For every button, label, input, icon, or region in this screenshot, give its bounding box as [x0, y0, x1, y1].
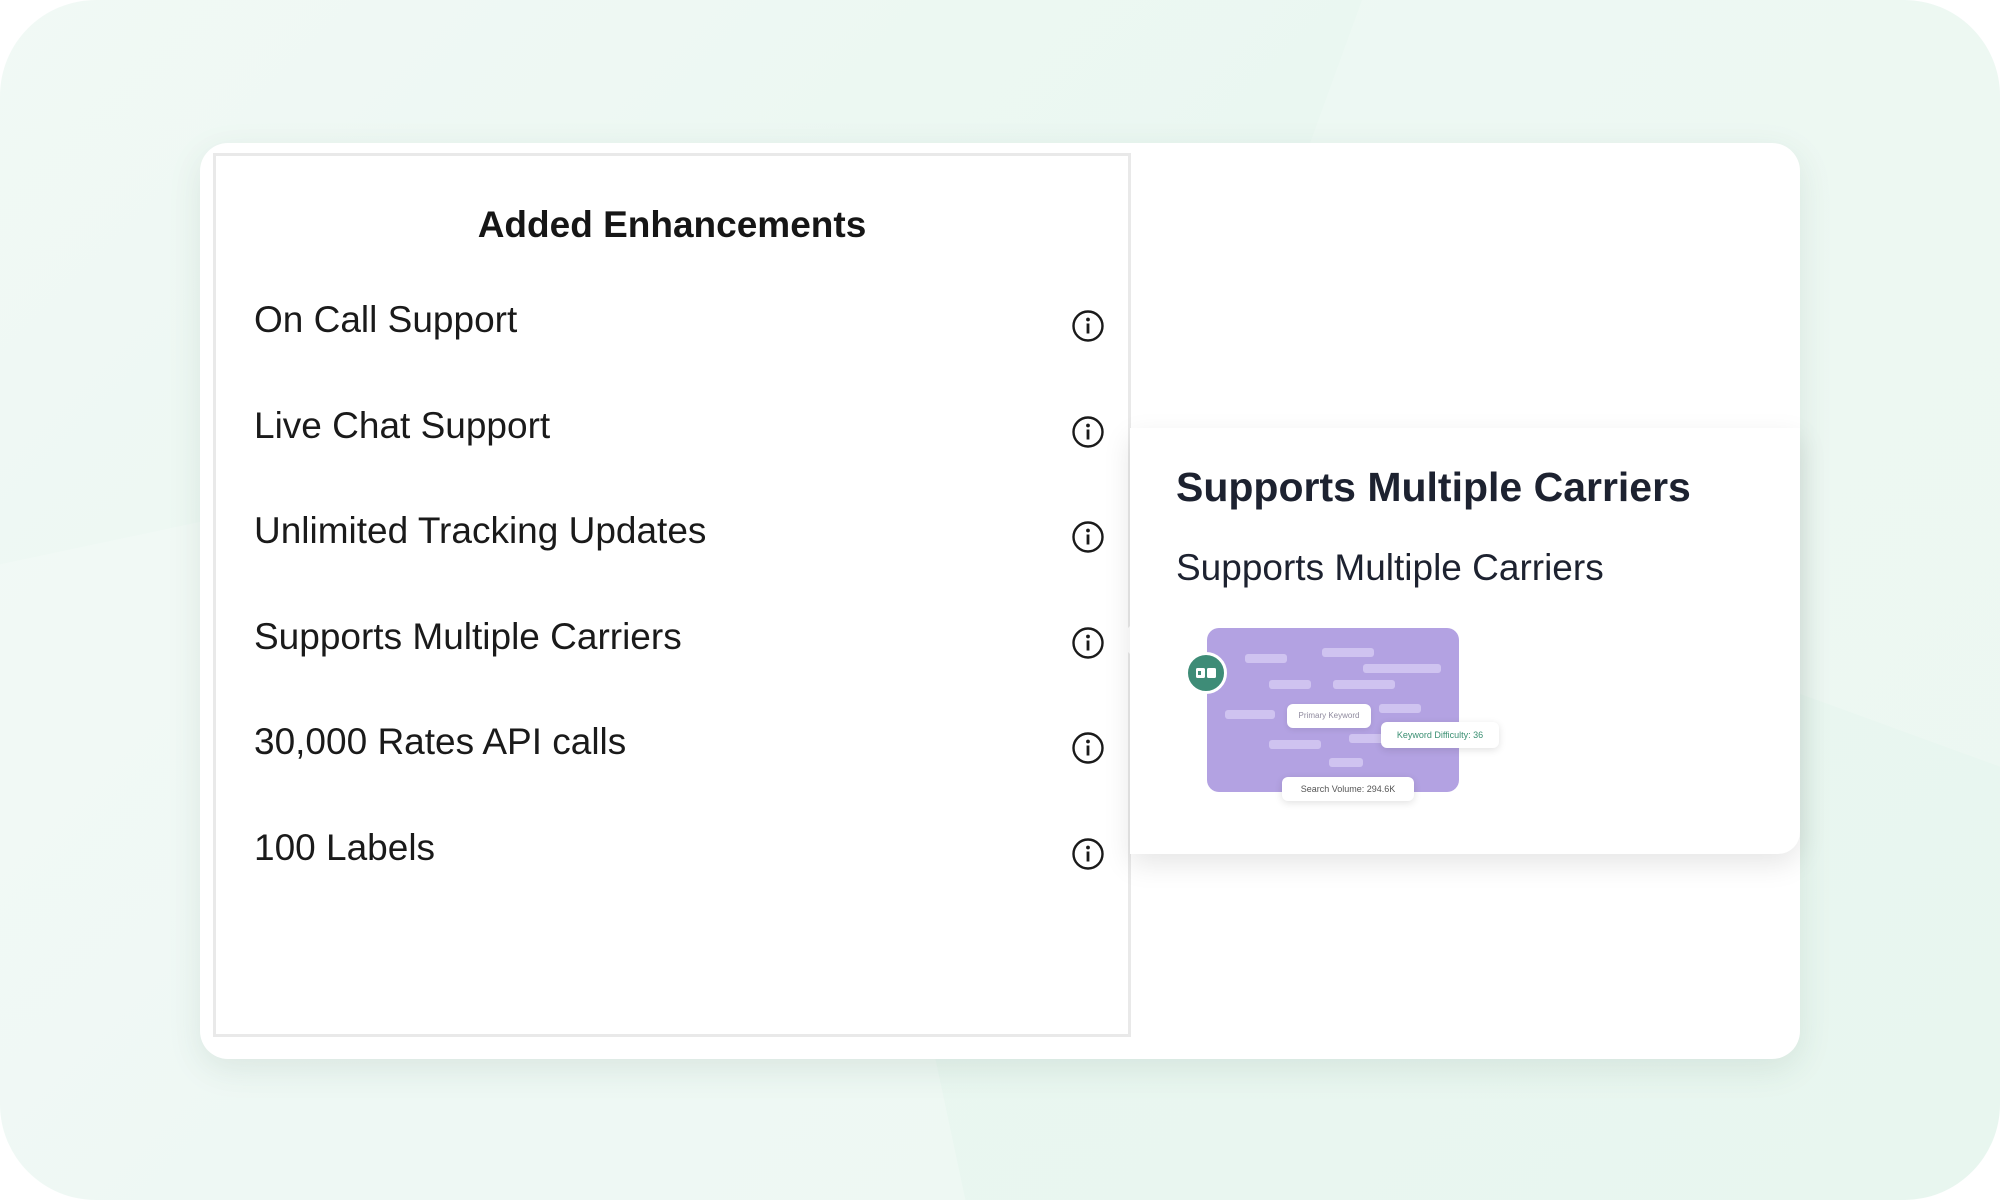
feature-row-rates-api-calls: 30,000 Rates API calls — [216, 713, 1128, 819]
info-icon[interactable] — [1071, 837, 1105, 871]
info-icon[interactable] — [1071, 309, 1105, 343]
info-icon[interactable] — [1071, 731, 1105, 765]
info-icon[interactable] — [1071, 415, 1105, 449]
placeholder-bar — [1322, 648, 1374, 657]
feature-tooltip: Supports Multiple Carriers Supports Mult… — [1130, 428, 1800, 854]
feature-label: On Call Support — [254, 299, 518, 340]
enhancements-panel: Added Enhancements On Call Support Live … — [213, 153, 1131, 1037]
carrier-badge-icon — [1185, 652, 1227, 694]
feature-label: 100 Labels — [254, 826, 436, 868]
feature-row-unlimited-tracking-updates: Unlimited Tracking Updates — [216, 502, 1128, 608]
feature-row-labels: 100 Labels — [216, 819, 1128, 925]
feature-label: Supports Multiple Carriers — [254, 615, 682, 657]
feature-row-live-chat-support: Live Chat Support — [216, 397, 1128, 503]
primary-keyword-pill: Primary Keyword — [1287, 704, 1371, 728]
placeholder-bar — [1225, 710, 1275, 719]
info-icon[interactable] — [1071, 520, 1105, 554]
feature-label: Unlimited Tracking Updates — [254, 510, 707, 551]
tooltip-description: Supports Multiple Carriers — [1176, 547, 1604, 588]
placeholder-bar — [1379, 704, 1421, 713]
placeholder-bar — [1269, 740, 1321, 749]
feature-row-on-call-support: On Call Support — [216, 291, 1128, 397]
feature-list: On Call Support Live Chat Support Unlimi… — [216, 291, 1128, 924]
placeholder-bar — [1245, 654, 1287, 663]
feature-row-supports-multiple-carriers: Supports Multiple Carriers — [216, 608, 1128, 714]
placeholder-bar — [1363, 664, 1441, 673]
feature-label: 30,000 Rates API calls — [254, 721, 627, 762]
info-icon[interactable] — [1071, 626, 1105, 660]
search-volume-pill: Search Volume: 294.6K — [1282, 777, 1414, 801]
feature-label: Live Chat Support — [254, 404, 551, 446]
keyword-difficulty-pill: Keyword Difficulty: 36 — [1381, 722, 1499, 748]
feature-illustration: Primary Keyword Keyword Difficulty: 36 S… — [1185, 628, 1525, 838]
placeholder-bar — [1269, 680, 1311, 689]
illustration-card: Primary Keyword — [1207, 628, 1459, 792]
placeholder-bar — [1333, 680, 1395, 689]
panel-title: Added Enhancements — [477, 204, 867, 245]
tooltip-title: Supports Multiple Carriers — [1176, 464, 1691, 510]
placeholder-bar — [1329, 758, 1363, 767]
